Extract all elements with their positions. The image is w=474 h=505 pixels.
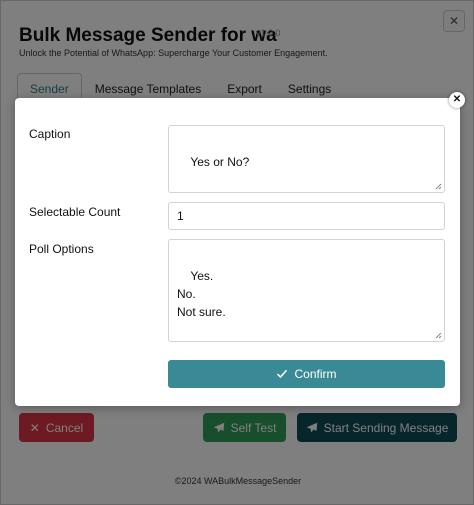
selectable-count-input[interactable]: 1 (168, 202, 445, 230)
poll-options-value: Yes. No. Not sure. (177, 269, 226, 319)
check-icon (277, 369, 288, 379)
modal-close-button[interactable]: ✕ (449, 92, 465, 108)
caption-label: Caption (29, 127, 71, 141)
confirm-button[interactable]: Confirm (168, 360, 445, 388)
selectable-count-label: Selectable Count (29, 205, 121, 219)
resize-handle-icon[interactable] (435, 332, 442, 339)
resize-handle-icon[interactable] (435, 183, 442, 190)
confirm-button-label: Confirm (294, 367, 337, 381)
poll-options-label: Poll Options (29, 242, 94, 256)
poll-modal: Caption Yes or No? Selectable Count 1 Po… (15, 98, 460, 406)
selectable-count-value: 1 (177, 209, 184, 223)
caption-value: Yes or No? (190, 155, 250, 169)
caption-textarea[interactable]: Yes or No? (168, 125, 445, 193)
poll-options-textarea[interactable]: Yes. No. Not sure. (168, 239, 445, 342)
